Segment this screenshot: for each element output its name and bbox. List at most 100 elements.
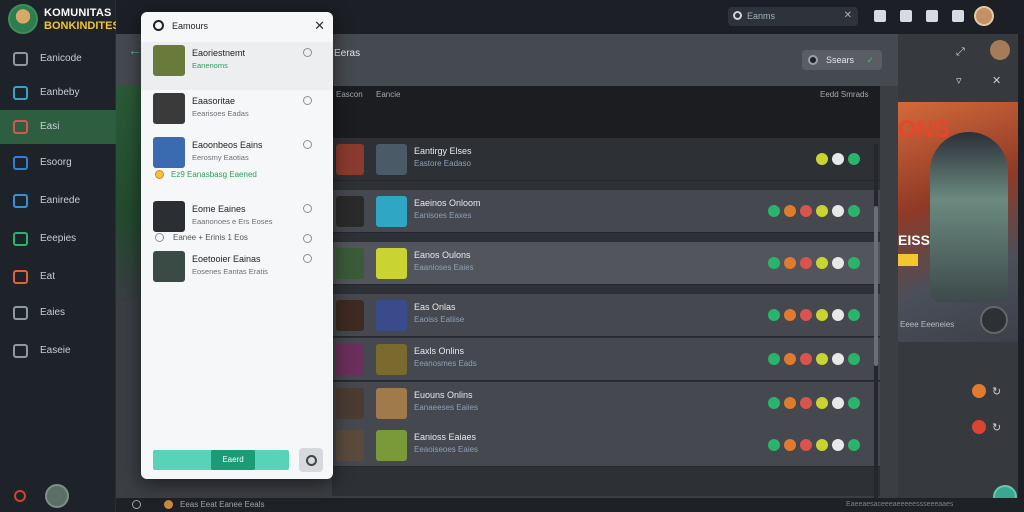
item-thumbnail [153, 201, 185, 232]
close-icon[interactable]: ✕ [992, 74, 1001, 87]
action-icon[interactable] [784, 309, 796, 321]
action-icon[interactable] [800, 309, 812, 321]
item-menu-icon[interactable] [303, 204, 312, 213]
sidebar-item-6[interactable]: Eat [0, 260, 116, 294]
panel-avatar[interactable] [990, 40, 1010, 60]
sidebar-item-8[interactable]: Easeie [0, 334, 116, 368]
sidebar-item-0[interactable]: Eanicode [0, 42, 116, 76]
friends-icon[interactable] [900, 10, 912, 22]
action-icon[interactable] [800, 397, 812, 409]
table-row[interactable]: Eas Onlas Eaoiss Eatiise [332, 294, 880, 337]
action-icon[interactable] [848, 205, 860, 217]
sidebar-item-3[interactable]: Esoorg [0, 146, 116, 180]
scrollbar-thumb[interactable] [874, 206, 878, 366]
action-icon[interactable] [832, 397, 844, 409]
fire-icon[interactable] [972, 384, 986, 398]
action-icon[interactable] [800, 353, 812, 365]
action-icon[interactable] [848, 257, 860, 269]
notification-icon[interactable] [926, 10, 938, 22]
action-icon[interactable] [816, 309, 828, 321]
profile-avatar[interactable] [974, 6, 994, 26]
table-row[interactable]: Eantirgy Elses Eastore Eadaso [332, 138, 880, 181]
table-row[interactable]: Eaxls Onlins Eeanosmes Eads [332, 338, 880, 381]
sidebar-item-7[interactable]: Eaies [0, 296, 116, 330]
close-icon[interactable]: ✕ [314, 18, 325, 34]
expand-icon[interactable]: ⤢ [956, 46, 965, 59]
action-icon[interactable] [832, 153, 844, 165]
confirm-button[interactable]: Eaerd [211, 450, 255, 470]
action-icon[interactable] [768, 257, 780, 269]
action-icon[interactable] [848, 353, 860, 365]
action-icon[interactable] [832, 257, 844, 269]
action-icon[interactable] [768, 353, 780, 365]
game-cover [376, 248, 407, 279]
table-row[interactable]: Euouns Onlins Eanaeeses Eaiies [332, 382, 880, 425]
action-icon[interactable] [816, 257, 828, 269]
sidebar-item-1[interactable]: Eanbeby [0, 76, 116, 110]
gamepad-icon[interactable] [874, 10, 886, 22]
action-icon[interactable] [816, 439, 828, 451]
search-input[interactable]: Eanms ✕ [728, 7, 858, 26]
table-row[interactable]: Eaeinos Onloom Eanisoes Eaxes [332, 190, 880, 233]
action-icon[interactable] [784, 353, 796, 365]
action-icon[interactable] [784, 439, 796, 451]
status-toggle[interactable]: Ssears ✓ [802, 50, 882, 70]
action-icon[interactable] [816, 153, 828, 165]
action-icon[interactable] [784, 205, 796, 217]
featured-game-art[interactable]: ONS EISS [898, 102, 1018, 342]
clear-search-icon[interactable]: ✕ [844, 10, 852, 21]
action-icon[interactable] [832, 353, 844, 365]
action-icon[interactable] [848, 153, 860, 165]
action-icon[interactable] [832, 439, 844, 451]
action-icon[interactable] [784, 257, 796, 269]
refresh-icon[interactable]: ↻ [992, 421, 1001, 434]
app-logo[interactable]: KOMUNITAS BONKINDITES [8, 4, 120, 34]
action-icon[interactable] [848, 439, 860, 451]
modal-list-item[interactable]: Eaasoritae Eearisoes Eadas [141, 90, 333, 134]
sidebar-item-5[interactable]: Eeepies [0, 222, 116, 256]
sidebar-item-4[interactable]: Eanirede [0, 184, 116, 218]
table-row[interactable]: Eanioss Eaiaes Eeaoiseoes Eaies [332, 424, 880, 467]
action-icon[interactable] [832, 205, 844, 217]
action-icon[interactable] [768, 439, 780, 451]
action-icon[interactable] [832, 309, 844, 321]
action-icon[interactable] [800, 439, 812, 451]
action-icon[interactable] [768, 309, 780, 321]
alert-icon[interactable] [972, 420, 986, 434]
action-icon[interactable] [800, 205, 812, 217]
shield-icon[interactable]: ▿ [956, 74, 962, 87]
item-menu-icon[interactable] [303, 254, 312, 263]
action-icon[interactable] [816, 205, 828, 217]
sidebar-item-2[interactable]: Easi [0, 110, 116, 144]
refresh-icon[interactable]: ↻ [992, 385, 1001, 398]
info-icon[interactable] [303, 234, 312, 243]
item-menu-icon[interactable] [303, 48, 312, 57]
user-avatar[interactable] [45, 484, 69, 508]
action-icon[interactable] [816, 353, 828, 365]
action-icon[interactable] [848, 397, 860, 409]
action-icon[interactable] [768, 205, 780, 217]
settings-icon[interactable] [299, 448, 323, 472]
play-circle-icon[interactable] [980, 306, 1008, 334]
status-right-text: Eaeeaesaceeeaeeeeessseeeaaes [846, 501, 954, 508]
action-icon[interactable] [768, 397, 780, 409]
info-icon[interactable] [132, 500, 141, 509]
action-icon[interactable] [784, 397, 796, 409]
action-icon[interactable] [800, 257, 812, 269]
column-header[interactable]: Eedd Smrads [820, 90, 868, 99]
back-arrow-icon[interactable]: ← [128, 42, 142, 58]
action-icon[interactable] [816, 397, 828, 409]
power-icon[interactable] [14, 490, 26, 502]
modal-list-item[interactable]: Eoetooier Eainas Eosenes Eantas Eratis [141, 248, 333, 290]
table-row[interactable]: Eanos Oulons Eaanioses Eaies [332, 242, 880, 285]
modal-list-item[interactable]: Eome Eaines Eaanonoes e Ers Eoses [141, 198, 333, 236]
item-menu-icon[interactable] [303, 140, 312, 149]
column-header[interactable]: Eascon [336, 90, 363, 99]
item-menu-icon[interactable] [303, 96, 312, 105]
action-icon[interactable] [848, 309, 860, 321]
nav-icon [13, 194, 28, 208]
modal-list-item[interactable]: Eaoriestnemt Eanenoms [141, 42, 333, 90]
window-icon[interactable] [952, 10, 964, 22]
game-subtitle: Eaanioses Eaies [414, 263, 474, 272]
column-header[interactable]: Eancie [376, 90, 400, 99]
